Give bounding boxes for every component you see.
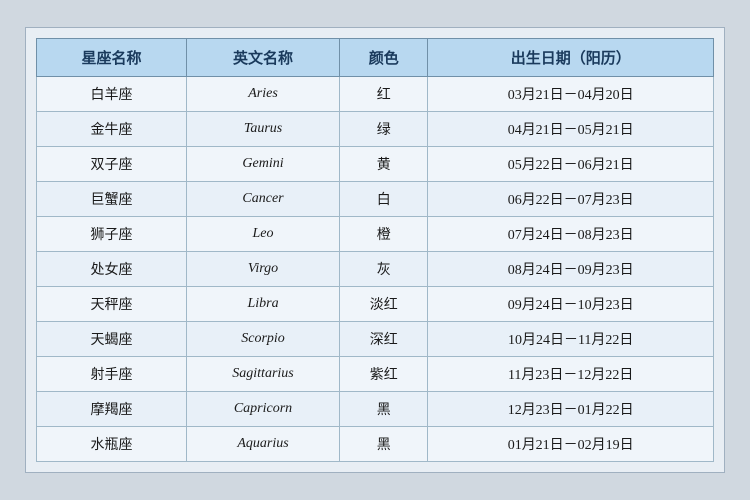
- cell-color: 黄: [340, 147, 428, 182]
- cell-dates: 01月21日－02月19日: [428, 427, 714, 462]
- cell-chinese-name: 白羊座: [37, 77, 187, 112]
- table-row: 狮子座Leo橙07月24日－08月23日: [37, 217, 714, 252]
- cell-english-name: Scorpio: [187, 322, 340, 357]
- cell-dates: 04月21日－05月21日: [428, 112, 714, 147]
- cell-color: 橙: [340, 217, 428, 252]
- cell-chinese-name: 天蝎座: [37, 322, 187, 357]
- cell-english-name: Sagittarius: [187, 357, 340, 392]
- cell-color: 黑: [340, 427, 428, 462]
- cell-color: 深红: [340, 322, 428, 357]
- table-row: 金牛座Taurus绿04月21日－05月21日: [37, 112, 714, 147]
- cell-chinese-name: 摩羯座: [37, 392, 187, 427]
- cell-english-name: Aries: [187, 77, 340, 112]
- cell-dates: 09月24日－10月23日: [428, 287, 714, 322]
- cell-color: 黑: [340, 392, 428, 427]
- cell-chinese-name: 水瓶座: [37, 427, 187, 462]
- cell-dates: 10月24日－11月22日: [428, 322, 714, 357]
- cell-chinese-name: 处女座: [37, 252, 187, 287]
- table-row: 摩羯座Capricorn黑12月23日－01月22日: [37, 392, 714, 427]
- table-header-row: 星座名称 英文名称 颜色 出生日期（阳历）: [37, 39, 714, 77]
- cell-dates: 12月23日－01月22日: [428, 392, 714, 427]
- cell-color: 白: [340, 182, 428, 217]
- table-row: 水瓶座Aquarius黑01月21日－02月19日: [37, 427, 714, 462]
- cell-chinese-name: 射手座: [37, 357, 187, 392]
- header-english-name: 英文名称: [187, 39, 340, 77]
- table-body: 白羊座Aries红03月21日－04月20日金牛座Taurus绿04月21日－0…: [37, 77, 714, 462]
- cell-color: 灰: [340, 252, 428, 287]
- cell-english-name: Taurus: [187, 112, 340, 147]
- header-chinese-name: 星座名称: [37, 39, 187, 77]
- table-row: 处女座Virgo灰08月24日－09月23日: [37, 252, 714, 287]
- table-row: 白羊座Aries红03月21日－04月20日: [37, 77, 714, 112]
- cell-color: 绿: [340, 112, 428, 147]
- cell-english-name: Leo: [187, 217, 340, 252]
- table-row: 双子座Gemini黄05月22日－06月21日: [37, 147, 714, 182]
- table-row: 射手座Sagittarius紫红11月23日－12月22日: [37, 357, 714, 392]
- zodiac-table: 星座名称 英文名称 颜色 出生日期（阳历） 白羊座Aries红03月21日－04…: [36, 38, 714, 462]
- cell-english-name: Cancer: [187, 182, 340, 217]
- cell-english-name: Capricorn: [187, 392, 340, 427]
- cell-color: 淡红: [340, 287, 428, 322]
- cell-dates: 03月21日－04月20日: [428, 77, 714, 112]
- cell-color: 红: [340, 77, 428, 112]
- cell-english-name: Aquarius: [187, 427, 340, 462]
- cell-color: 紫红: [340, 357, 428, 392]
- cell-chinese-name: 狮子座: [37, 217, 187, 252]
- cell-dates: 05月22日－06月21日: [428, 147, 714, 182]
- cell-chinese-name: 巨蟹座: [37, 182, 187, 217]
- cell-chinese-name: 天秤座: [37, 287, 187, 322]
- table-row: 天秤座Libra淡红09月24日－10月23日: [37, 287, 714, 322]
- table-row: 天蝎座Scorpio深红10月24日－11月22日: [37, 322, 714, 357]
- cell-english-name: Virgo: [187, 252, 340, 287]
- header-color: 颜色: [340, 39, 428, 77]
- cell-dates: 11月23日－12月22日: [428, 357, 714, 392]
- header-dates: 出生日期（阳历）: [428, 39, 714, 77]
- cell-chinese-name: 金牛座: [37, 112, 187, 147]
- cell-chinese-name: 双子座: [37, 147, 187, 182]
- cell-english-name: Gemini: [187, 147, 340, 182]
- main-container: 星座名称 英文名称 颜色 出生日期（阳历） 白羊座Aries红03月21日－04…: [25, 27, 725, 473]
- cell-dates: 07月24日－08月23日: [428, 217, 714, 252]
- cell-dates: 08月24日－09月23日: [428, 252, 714, 287]
- cell-english-name: Libra: [187, 287, 340, 322]
- cell-dates: 06月22日－07月23日: [428, 182, 714, 217]
- table-row: 巨蟹座Cancer白06月22日－07月23日: [37, 182, 714, 217]
